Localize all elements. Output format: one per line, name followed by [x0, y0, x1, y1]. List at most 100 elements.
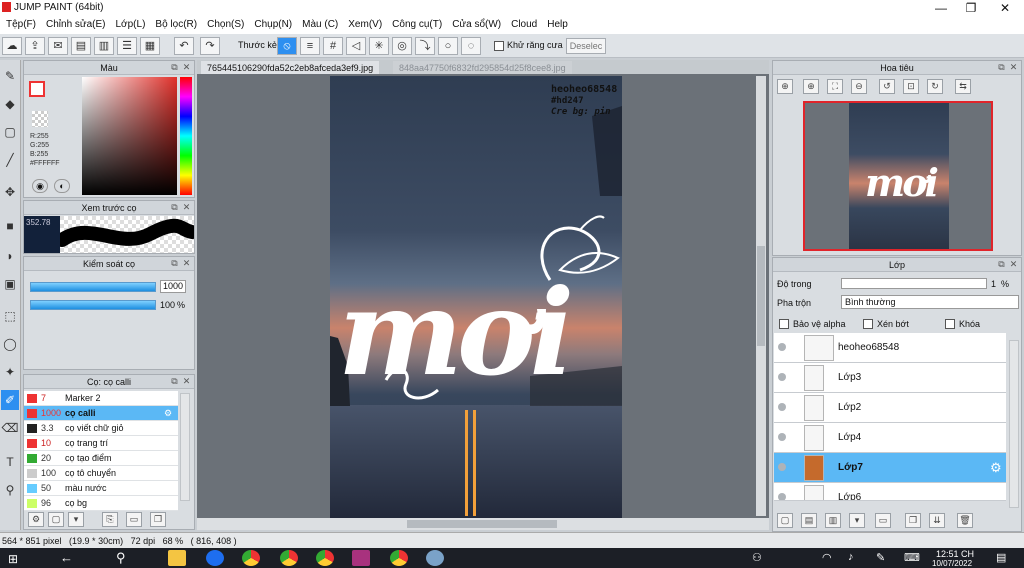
transparent-swatch[interactable]: [32, 111, 48, 127]
brush-opacity-slider[interactable]: [30, 300, 156, 310]
ruler-off-icon[interactable]: ⦸: [277, 37, 297, 55]
brush-item[interactable]: 3.3 cọ viết chữ giỏ: [24, 421, 178, 436]
antialias-checkbox[interactable]: [494, 41, 504, 51]
new-layer-icon[interactable]: ▢: [777, 513, 793, 528]
duplicate-layer-icon[interactable]: ❐: [905, 513, 921, 528]
rotate-left-icon[interactable]: ↺: [879, 79, 895, 94]
panel-close-icon[interactable]: ✕: [1008, 62, 1019, 73]
redo-icon[interactable]: ↷: [200, 37, 220, 55]
menu-view[interactable]: Xem(V): [344, 16, 388, 34]
menu-tools[interactable]: Công cụ(T): [388, 16, 448, 34]
layer-visibility-icon[interactable]: [778, 373, 786, 381]
pen-icon[interactable]: ✎: [1, 66, 19, 86]
lock-checkbox[interactable]: [945, 319, 955, 329]
color-mixer-icon[interactable]: ◐: [54, 179, 70, 193]
curve-ruler-icon[interactable]: ⤵: [415, 37, 435, 55]
magic-wand-icon[interactable]: ✦: [1, 362, 19, 382]
list-icon[interactable]: ☰: [117, 37, 137, 55]
opacity-slider[interactable]: [841, 278, 987, 289]
panel-close-icon[interactable]: ✕: [181, 258, 192, 269]
fill-shape-icon[interactable]: ■: [1, 216, 19, 236]
keyboard-icon[interactable]: ⌨: [904, 551, 920, 564]
windows-start-icon[interactable]: ⊞: [8, 552, 18, 566]
zoom-fit-icon[interactable]: ⊕: [777, 79, 793, 94]
close-button[interactable]: ✕: [990, 0, 1020, 16]
menu-layer[interactable]: Lớp(L): [112, 16, 152, 34]
copy-brush-icon[interactable]: ⎘: [102, 512, 118, 527]
clock-time[interactable]: 12:51 CH: [936, 549, 974, 559]
merge-layer-icon[interactable]: ⇊: [929, 513, 945, 528]
radial-ruler-icon[interactable]: ✳: [369, 37, 389, 55]
delete-layer-icon[interactable]: 🗑: [957, 513, 973, 528]
panel-popout-icon[interactable]: ⧉: [996, 259, 1007, 270]
panel-popout-icon[interactable]: ⧉: [996, 62, 1007, 73]
perspective-ruler-icon[interactable]: ◁: [346, 37, 366, 55]
minimize-button[interactable]: —: [926, 0, 956, 16]
menu-filter[interactable]: Bộ lọc(R): [151, 16, 203, 34]
layer-row[interactable]: Lớp7 ⚙: [774, 453, 1006, 483]
flip-horizontal-icon[interactable]: ⇆: [955, 79, 971, 94]
layer-menu-icon[interactable]: ▾: [849, 513, 865, 528]
text-box-icon[interactable]: ▤: [71, 37, 91, 55]
line-icon[interactable]: ╱: [1, 150, 19, 170]
text-icon[interactable]: T: [1, 452, 19, 472]
saturation-picker[interactable]: [82, 77, 177, 195]
panel-popout-icon[interactable]: ⧉: [169, 202, 180, 213]
protect-alpha-checkbox[interactable]: [779, 319, 789, 329]
new-raster-layer-icon[interactable]: ▤: [801, 513, 817, 528]
app-icon[interactable]: [426, 550, 444, 566]
blend-mode-select[interactable]: Bình thường: [841, 295, 1019, 309]
people-icon[interactable]: ⚇: [752, 551, 762, 564]
brush-size-input[interactable]: 1000: [160, 280, 186, 293]
search-icon[interactable]: ⚲: [116, 550, 126, 566]
brush-item[interactable]: 100 cọ tô chuyển: [24, 466, 178, 481]
bucket-icon[interactable]: ◗: [1, 246, 19, 266]
brush-item[interactable]: 50 màu nước: [24, 481, 178, 496]
menu-file[interactable]: Tệp(F): [2, 16, 42, 34]
ellipse-ruler-icon[interactable]: ○: [438, 37, 458, 55]
rotate-right-icon[interactable]: ↻: [927, 79, 943, 94]
rectangle-icon[interactable]: ▢: [1, 122, 19, 142]
layer-row[interactable]: Lớp2: [774, 393, 1006, 423]
brush-settings-icon[interactable]: ⚙: [28, 512, 44, 527]
zoom-in-icon[interactable]: ⊕: [803, 79, 819, 94]
undo-icon[interactable]: ↶: [174, 37, 194, 55]
layer-row[interactable]: Lớp3: [774, 363, 1006, 393]
hue-slider[interactable]: [180, 77, 192, 195]
parallel-ruler-icon[interactable]: ≡: [300, 37, 320, 55]
fit-window-icon[interactable]: ⛶: [827, 79, 843, 94]
menu-help[interactable]: Help: [543, 16, 574, 34]
brush-item[interactable]: 10 cọ trang trí: [24, 436, 178, 451]
cloud-icon[interactable]: ☁: [2, 37, 22, 55]
new-folder-icon[interactable]: ▭: [875, 513, 891, 528]
panel-popout-icon[interactable]: ⧉: [169, 376, 180, 387]
canvas-horizontal-thumb[interactable]: [407, 520, 557, 528]
brush-select-icon[interactable]: ✐: [1, 390, 19, 410]
deselect-button[interactable]: Deselec: [566, 38, 606, 54]
menu-cloud[interactable]: Cloud: [507, 16, 543, 34]
export-icon[interactable]: ⇪: [25, 37, 45, 55]
file-explorer-icon[interactable]: [168, 550, 186, 566]
brush-settings-gear-icon[interactable]: ⚙: [164, 406, 172, 421]
new-text-layer-icon[interactable]: ▥: [825, 513, 841, 528]
comment-icon[interactable]: ✉: [48, 37, 68, 55]
layer-visibility-icon[interactable]: [778, 433, 786, 441]
layer-visibility-icon[interactable]: [778, 403, 786, 411]
menu-edit[interactable]: Chỉnh sửa(E): [42, 16, 112, 34]
primary-color-swatch[interactable]: [29, 81, 45, 97]
canvas-horizontal-scrollbar[interactable]: [197, 518, 769, 530]
volume-icon[interactable]: ♪: [848, 551, 854, 563]
grid-ruler-icon[interactable]: #: [323, 37, 343, 55]
brush-menu-icon[interactable]: ▾: [68, 512, 84, 527]
chrome-icon-3[interactable]: [316, 550, 334, 566]
new-brush-icon[interactable]: ▢: [48, 512, 64, 527]
lasso-icon[interactable]: ◯: [1, 334, 19, 354]
pen-tray-icon[interactable]: ✎: [876, 551, 885, 564]
select-rect-icon[interactable]: ⬚: [1, 306, 19, 326]
brush-size-slider[interactable]: [30, 282, 156, 292]
layer-row[interactable]: Lớp6: [774, 483, 1006, 501]
gradient-icon[interactable]: ▣: [1, 274, 19, 294]
zalo-icon[interactable]: [206, 550, 224, 566]
canvas-vertical-thumb[interactable]: [757, 246, 765, 346]
menu-window[interactable]: Cửa sổ(W): [448, 16, 507, 34]
